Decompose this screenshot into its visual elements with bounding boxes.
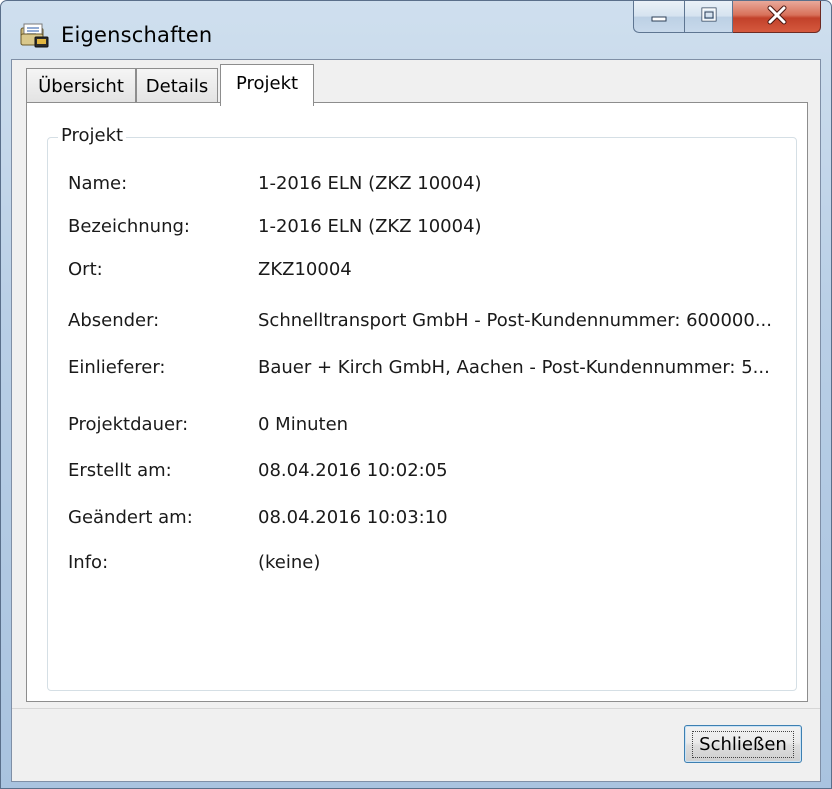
label-projektdauer: Projektdauer:: [68, 414, 189, 435]
dialog-footer: Schließen: [12, 708, 820, 781]
value-name: 1-2016 ELN (ZKZ 10004): [258, 173, 482, 194]
close-window-button[interactable]: [733, 1, 821, 33]
value-projektdauer: 0 Minuten: [258, 414, 349, 435]
window-title: Eigenschaften: [61, 23, 213, 47]
close-button-label: Schließen: [692, 730, 794, 758]
properties-icon: [18, 19, 50, 49]
tab-ubersicht[interactable]: Übersicht: [26, 68, 136, 104]
minimize-button[interactable]: [633, 1, 685, 33]
label-einlieferer: Einlieferer:: [68, 357, 166, 378]
tab-details[interactable]: Details: [136, 68, 218, 104]
label-name: Name:: [68, 173, 128, 194]
label-info: Info:: [68, 552, 109, 573]
project-groupbox: Projekt Name: 1-2016 ELN (ZKZ 10004) Bez…: [47, 125, 797, 691]
label-erstellt-am: Erstellt am:: [68, 460, 172, 481]
close-button[interactable]: Schließen: [684, 725, 802, 763]
minimize-icon: [649, 7, 669, 26]
label-geaendert-am: Geändert am:: [68, 507, 193, 528]
tab-projekt[interactable]: Projekt: [220, 64, 314, 106]
value-info: (keine): [258, 552, 321, 573]
value-bezeichnung: 1-2016 ELN (ZKZ 10004): [258, 216, 482, 237]
label-absender: Absender:: [68, 310, 160, 331]
caption-buttons: [633, 1, 821, 35]
value-geaendert-am: 08.04.2016 10:03:10: [258, 507, 448, 528]
dialog-body: Übersicht Details Projekt Projekt Name: …: [11, 59, 821, 782]
label-ort: Ort:: [68, 259, 103, 280]
maximize-icon: [699, 6, 719, 28]
properties-window: Eigenschaften Übersicht Details Projekt …: [0, 0, 832, 789]
value-einlieferer: Bauer + Kirch GmbH, Aachen - Post-Kunden…: [258, 357, 770, 378]
value-erstellt-am: 08.04.2016 10:02:05: [258, 460, 448, 481]
maximize-button[interactable]: [685, 1, 733, 33]
value-ort: ZKZ10004: [258, 259, 352, 280]
title-bar[interactable]: Eigenschaften: [1, 1, 831, 59]
label-bezeichnung: Bezeichnung:: [68, 216, 190, 237]
groupbox-legend: Projekt: [58, 125, 127, 146]
tab-panel-projekt: Projekt Name: 1-2016 ELN (ZKZ 10004) Bez…: [26, 102, 808, 702]
close-icon: [766, 5, 788, 29]
value-absender: Schnelltransport GmbH - Post-Kundennumme…: [258, 310, 772, 331]
